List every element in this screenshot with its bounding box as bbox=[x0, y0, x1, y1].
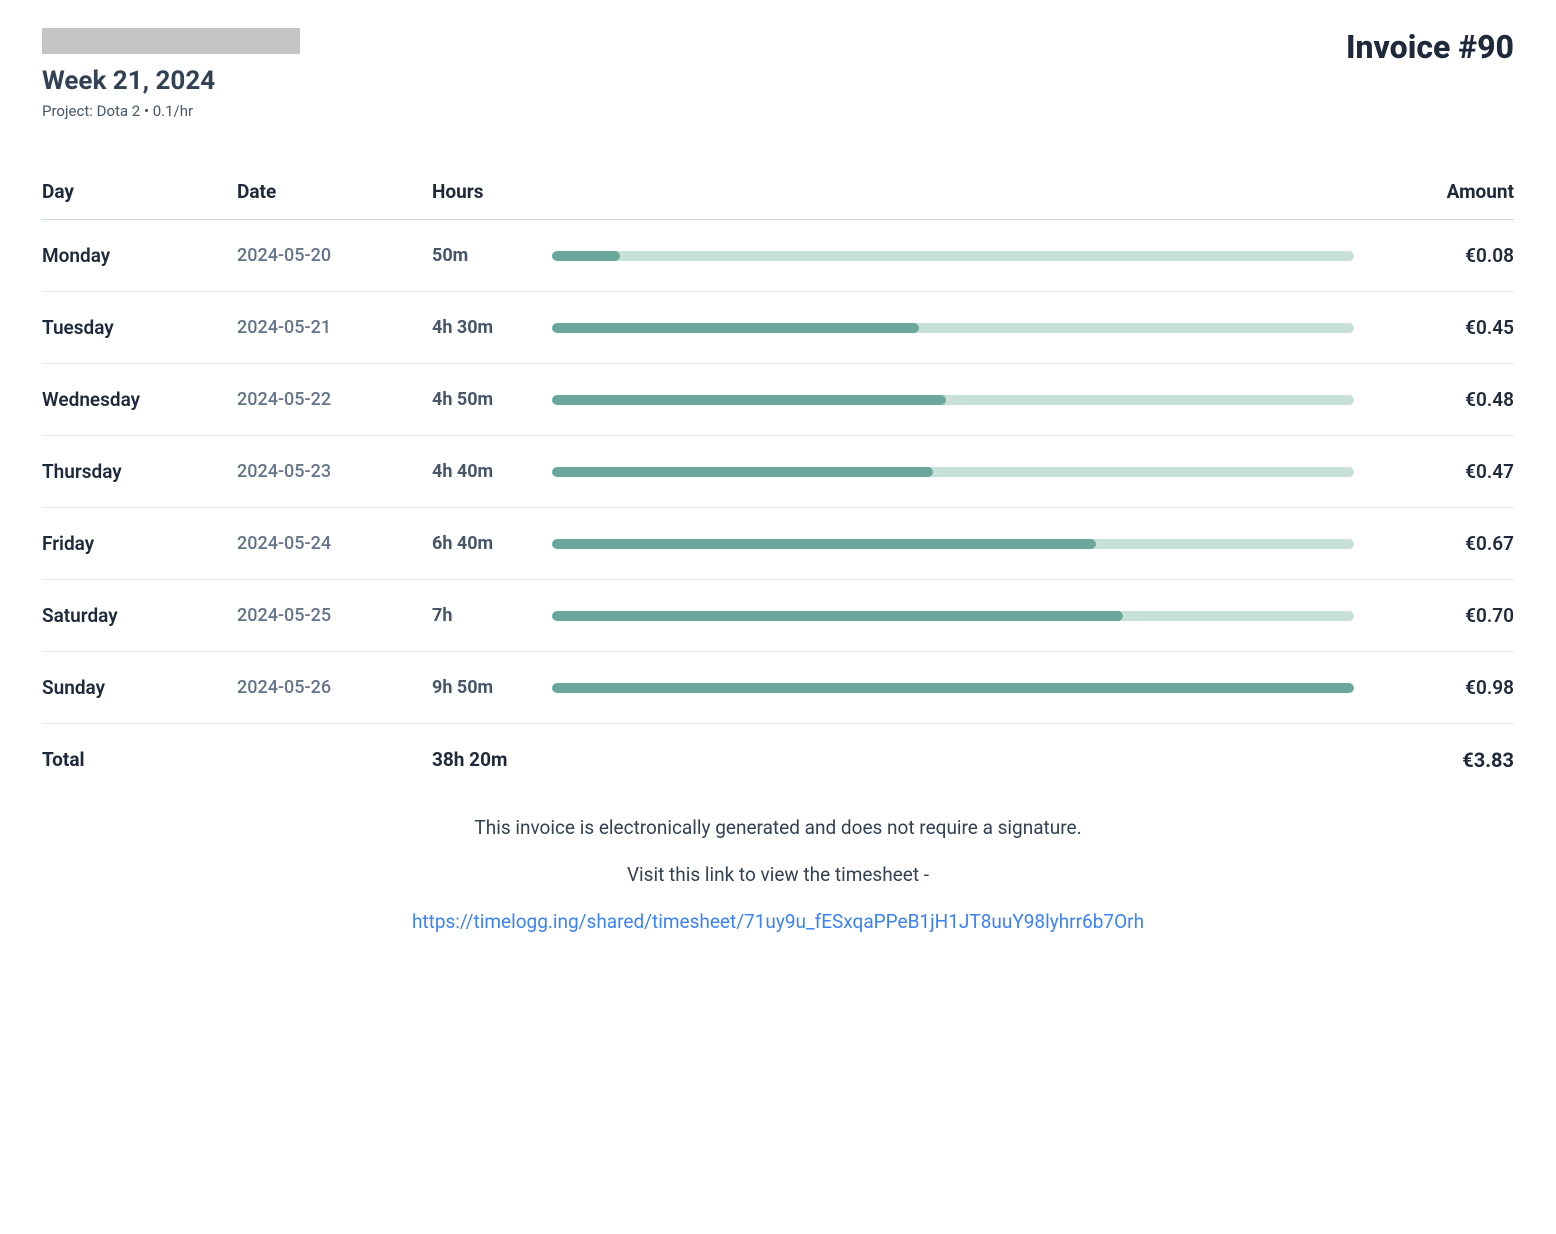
hours-cell: 9h 50m bbox=[432, 677, 542, 698]
hours-cell: 50m bbox=[432, 245, 542, 266]
project-info: Project: Dota 2 • 0.1/hr bbox=[42, 102, 300, 120]
hours-cell: 7h bbox=[432, 605, 542, 626]
amount-cell: €0.47 bbox=[1384, 460, 1514, 483]
date-cell: 2024-05-24 bbox=[237, 533, 432, 554]
day-cell: Monday bbox=[42, 244, 237, 267]
day-cell: Tuesday bbox=[42, 316, 237, 339]
total-label: Total bbox=[42, 748, 237, 772]
date-cell: 2024-05-21 bbox=[237, 317, 432, 338]
hours-cell: 4h 40m bbox=[432, 461, 542, 482]
date-cell: 2024-05-23 bbox=[237, 461, 432, 482]
amount-cell: €0.70 bbox=[1384, 604, 1514, 627]
day-cell: Saturday bbox=[42, 604, 237, 627]
hours-cell: 4h 30m bbox=[432, 317, 542, 338]
table-row: Tuesday2024-05-214h 30m €0.45 bbox=[42, 292, 1514, 364]
hours-bar bbox=[542, 323, 1384, 333]
table-row: Monday2024-05-2050m €0.08 bbox=[42, 220, 1514, 292]
total-amount: €3.83 bbox=[1384, 748, 1514, 772]
week-title: Week 21, 2024 bbox=[42, 66, 300, 96]
footer: This invoice is electronically generated… bbox=[42, 816, 1514, 933]
day-cell: Sunday bbox=[42, 676, 237, 699]
amount-cell: €0.98 bbox=[1384, 676, 1514, 699]
footer-visit-text: Visit this link to view the timesheet - bbox=[42, 863, 1514, 886]
day-cell: Friday bbox=[42, 532, 237, 555]
hours-bar bbox=[542, 251, 1384, 261]
column-amount: Amount bbox=[1384, 180, 1514, 203]
hours-bar bbox=[542, 395, 1384, 405]
date-cell: 2024-05-26 bbox=[237, 677, 432, 698]
table-row: Thursday2024-05-234h 40m €0.47 bbox=[42, 436, 1514, 508]
hours-cell: 6h 40m bbox=[432, 533, 542, 554]
day-cell: Thursday bbox=[42, 460, 237, 483]
date-cell: 2024-05-22 bbox=[237, 389, 432, 410]
hours-bar bbox=[542, 683, 1384, 693]
amount-cell: €0.67 bbox=[1384, 532, 1514, 555]
amount-cell: €0.08 bbox=[1384, 244, 1514, 267]
header: Week 21, 2024 Project: Dota 2 • 0.1/hr I… bbox=[42, 28, 1514, 120]
table-row: Wednesday2024-05-224h 50m €0.48 bbox=[42, 364, 1514, 436]
hours-bar bbox=[542, 467, 1384, 477]
footer-signature-note: This invoice is electronically generated… bbox=[42, 816, 1514, 839]
header-left: Week 21, 2024 Project: Dota 2 • 0.1/hr bbox=[42, 28, 300, 120]
hours-bar bbox=[542, 539, 1384, 549]
table-row: Saturday2024-05-257h €0.70 bbox=[42, 580, 1514, 652]
day-cell: Wednesday bbox=[42, 388, 237, 411]
date-cell: 2024-05-25 bbox=[237, 605, 432, 626]
timesheet-table: Day Date Hours Amount Monday2024-05-2050… bbox=[42, 180, 1514, 796]
table-row: Friday2024-05-246h 40m €0.67 bbox=[42, 508, 1514, 580]
date-cell: 2024-05-20 bbox=[237, 245, 432, 266]
hours-bar bbox=[542, 611, 1384, 621]
column-hours: Hours bbox=[432, 180, 542, 203]
invoice-number: Invoice #90 bbox=[1346, 28, 1514, 66]
column-day: Day bbox=[42, 180, 237, 203]
company-name-placeholder bbox=[42, 28, 300, 54]
table-header-row: Day Date Hours Amount bbox=[42, 180, 1514, 220]
timesheet-link[interactable]: https://timelogg.ing/shared/timesheet/71… bbox=[412, 910, 1144, 933]
column-date: Date bbox=[237, 180, 432, 203]
amount-cell: €0.45 bbox=[1384, 316, 1514, 339]
total-hours: 38h 20m bbox=[432, 748, 542, 772]
total-row: Total 38h 20m €3.83 bbox=[42, 724, 1514, 796]
amount-cell: €0.48 bbox=[1384, 388, 1514, 411]
table-row: Sunday2024-05-269h 50m €0.98 bbox=[42, 652, 1514, 724]
hours-cell: 4h 50m bbox=[432, 389, 542, 410]
